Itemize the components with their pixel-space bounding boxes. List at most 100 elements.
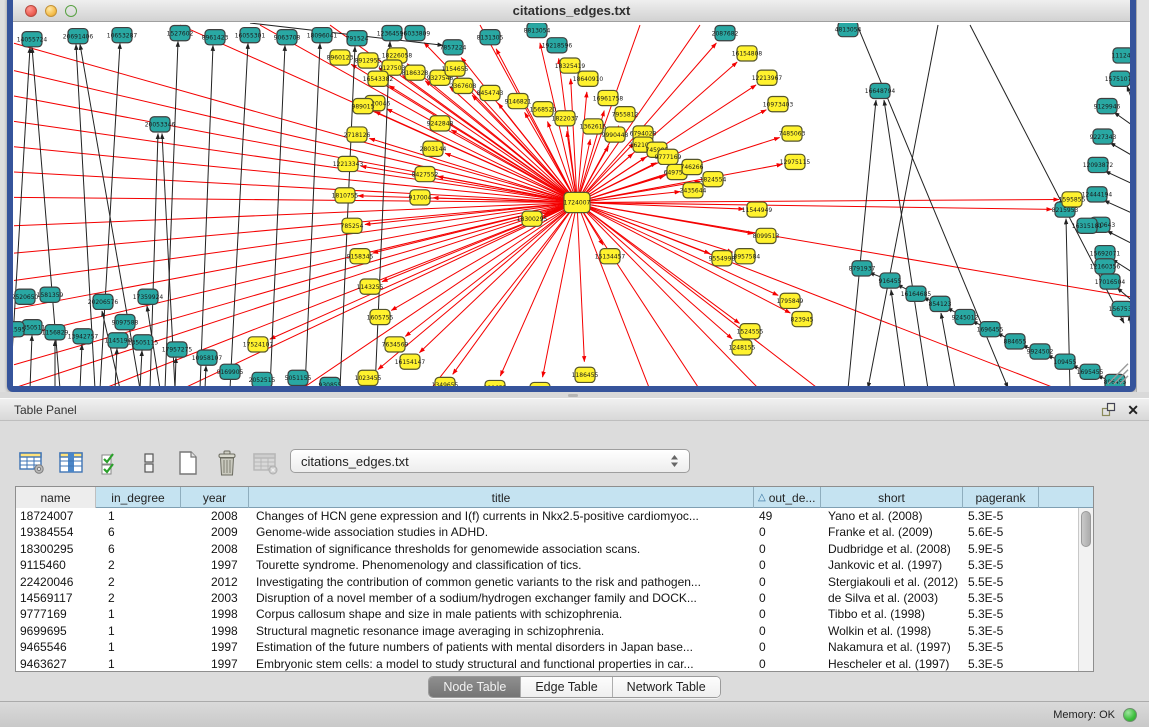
table-cell: 5.3E-5 (963, 623, 1039, 639)
graph-node-label: 1568520 (530, 106, 557, 113)
table-cell: Genome-wide association studies in ADHD. (249, 524, 754, 540)
table-cell: 1 (96, 656, 181, 671)
table-cell: Franke et al. (2009) (821, 524, 963, 540)
graph-edge-red (430, 202, 577, 386)
graph-node[interactable] (530, 382, 550, 386)
new-table-icon (177, 450, 199, 476)
graph-node-label: 746266 (681, 164, 704, 171)
column-header-title[interactable]: title (249, 487, 754, 508)
table-scrollbar[interactable] (1078, 508, 1093, 671)
table-cell: Estimation of the future numbers of pati… (249, 639, 754, 655)
table-row[interactable]: 1830029562008Estimation of significance … (16, 541, 1078, 557)
graph-node-label: 1581359 (37, 292, 64, 299)
table-cell: 2 (96, 590, 181, 606)
delete-table-button[interactable] (252, 449, 280, 477)
graph-node-label: 17016504 (1095, 279, 1126, 286)
new-table-button[interactable] (174, 449, 202, 477)
graph-edge-black (1117, 288, 1130, 300)
status-bar: Memory: OK (0, 701, 1149, 727)
graph-node-label: 2718126 (344, 132, 371, 139)
graph-node-label: 9169905 (217, 369, 244, 376)
graph-node-label: 20206576 (88, 299, 119, 306)
table-row[interactable]: 946362711997Embryonic stem cells: a mode… (16, 656, 1078, 671)
scrollbar-thumb[interactable] (1081, 511, 1091, 547)
table-cell: 9777169 (16, 606, 96, 622)
clear-selection-button[interactable] (135, 449, 163, 477)
table-cell: 9463627 (16, 656, 96, 671)
table-row[interactable]: 1938455462009Genome-wide association stu… (16, 524, 1078, 540)
graph-node-label: 989015 (352, 103, 375, 110)
graph-node-label: 8912955 (355, 58, 382, 65)
graph-node-label: 9146821 (505, 98, 532, 105)
graph-node-label: 2052515 (249, 377, 276, 384)
table-cell: 0 (754, 639, 821, 655)
graph-node-label: 8427552 (412, 171, 439, 178)
delete-selected-button[interactable] (213, 449, 241, 477)
column-header-name[interactable]: name (16, 487, 96, 508)
graph-node-label: 8215953 (1052, 207, 1079, 214)
table-cell: Stergiakouli et al. (2012) (821, 574, 963, 590)
table-cell: 2012 (181, 574, 249, 590)
table-row[interactable]: 2242004622012Investigating the contribut… (16, 574, 1078, 590)
table-settings-button[interactable] (18, 449, 46, 477)
graph-node-label: 9990448 (602, 132, 629, 139)
table-row[interactable]: 977716911998Corpus callosum shape and si… (16, 606, 1078, 622)
table-row[interactable]: 911546021997Tourette syndrome. Phenomeno… (16, 557, 1078, 573)
table-cell: 9699695 (16, 623, 96, 639)
select-all-rows-button[interactable] (96, 449, 124, 477)
network-canvas[interactable]: 1724007140557242069140610653287152760289… (13, 23, 1130, 386)
table-row[interactable]: 1456911722003Disruption of a novel membe… (16, 590, 1078, 606)
graph-node-label: 1795849 (777, 298, 804, 305)
tab-edge-table[interactable]: Edge Table (520, 677, 611, 697)
graph-node-label: 18096041 (307, 32, 338, 39)
table-cell: Wolkin et al. (1998) (821, 623, 963, 639)
table-row[interactable]: 1872400712008Changes of HCN gene express… (16, 508, 1078, 524)
table-row[interactable]: 946554611997Estimation of the future num… (16, 639, 1078, 655)
table-cell: 0 (754, 606, 821, 622)
table-cell: Embryonic stem cells: a model to study s… (249, 656, 754, 671)
graph-node-label: 1605755 (367, 314, 394, 321)
select-column-icon (58, 451, 84, 475)
column-header-short[interactable]: short (821, 487, 963, 508)
graph-node-label: 17524107 (243, 342, 274, 349)
column-header-pagerank[interactable]: pagerank (963, 487, 1039, 508)
graph-node-label: 5051155 (285, 375, 312, 382)
graph-node-label: 12213343 (333, 161, 364, 168)
graph-edge-red (577, 202, 710, 253)
table-cell: 18300295 (16, 541, 96, 557)
select-all-rows-icon (100, 451, 120, 475)
network-window-titlebar[interactable]: citations_edges.txt (13, 0, 1130, 22)
graph-node-label: 1362615 (580, 124, 607, 131)
graph-node-label: 13942757 (68, 334, 99, 341)
select-column-button[interactable] (57, 449, 85, 477)
graph-node-label: 2520650 (13, 294, 38, 301)
graph-edge-red (14, 202, 577, 308)
mdi-background (1136, 0, 1149, 392)
column-header-in_degree[interactable]: in_degree (96, 487, 181, 508)
column-header-out_degree[interactable]: △out_de... (754, 487, 821, 508)
graph-node-label: 9777169 (655, 154, 682, 161)
table-selector[interactable]: citations_edges.txt (290, 449, 690, 473)
graph-node-label: 4813054 (835, 26, 862, 33)
graph-edge-black (205, 366, 206, 386)
graph-node-label: 8454743 (477, 90, 504, 97)
tab-network-table[interactable]: Network Table (612, 677, 720, 697)
table-cell: Structural magnetic resonance image aver… (249, 623, 754, 639)
graph-node-label: 9227343 (1090, 134, 1117, 141)
graph-node-label: 16648794 (865, 88, 896, 95)
table-cell: Yano et al. (2008) (821, 508, 963, 524)
column-header-year[interactable]: year (181, 487, 249, 508)
graph-node-label: 12093872 (1083, 162, 1114, 169)
graph-node-label: 13505115 (128, 340, 159, 347)
graph-edge-red (577, 202, 733, 252)
close-panel-icon[interactable]: ✕ (1127, 402, 1139, 418)
graph-node-label: 16055301 (235, 32, 266, 39)
table-header: namein_degreeyeartitle△out_de...shortpag… (16, 487, 1093, 508)
table-row[interactable]: 969969511998Structural magnetic resonanc… (16, 623, 1078, 639)
memory-ok-indicator (1123, 708, 1137, 722)
table-cell: 0 (754, 590, 821, 606)
tab-node-table[interactable]: Node Table (429, 677, 520, 697)
table-cell: Estimation of significance thresholds fo… (249, 541, 754, 557)
table-cell: 0 (754, 524, 821, 540)
float-panel-icon[interactable] (1101, 402, 1117, 418)
